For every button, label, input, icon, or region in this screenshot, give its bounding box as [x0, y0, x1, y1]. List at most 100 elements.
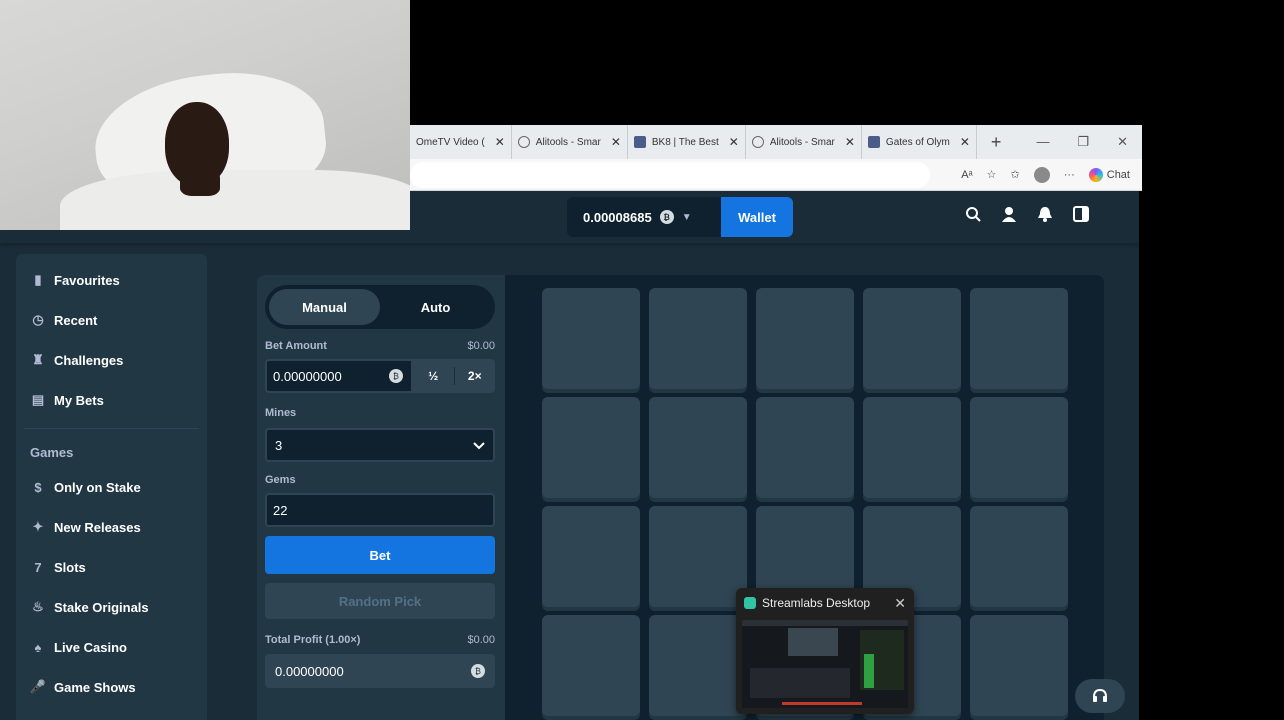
- copilot-chat-button[interactable]: Chat: [1088, 167, 1130, 182]
- search-icon[interactable]: [964, 205, 982, 223]
- browser-tab[interactable]: Alitools - Smar ✕: [746, 125, 862, 159]
- chevron-down-icon: [473, 438, 485, 453]
- half-bet-button[interactable]: ½: [413, 359, 454, 393]
- mine-tile[interactable]: [542, 288, 640, 389]
- user-icon[interactable]: [1000, 205, 1018, 223]
- mine-tile[interactable]: [649, 615, 747, 716]
- close-icon[interactable]: ✕: [495, 135, 505, 149]
- window-controls: — ❐ ✕: [1036, 134, 1142, 150]
- random-pick-button[interactable]: Random Pick: [265, 583, 495, 619]
- mode-tabs: Manual Auto: [265, 285, 495, 329]
- mine-tile[interactable]: [649, 506, 747, 607]
- screen: OmeTV Video ( ✕ Alitools - Smar ✕ BK8 | …: [0, 0, 1284, 720]
- mine-tile[interactable]: [756, 288, 854, 389]
- bet-amount-input[interactable]: 0.00000000 ₿: [265, 359, 413, 393]
- sidebar-item-my-bets[interactable]: ▤ My Bets: [16, 380, 207, 420]
- microphone-icon: 🎤: [29, 679, 47, 694]
- clock-icon: ◷: [32, 312, 44, 327]
- sidebar-item-challenges[interactable]: ♜ Challenges: [16, 340, 207, 380]
- close-icon[interactable]: ✕: [611, 135, 621, 149]
- profile-icon[interactable]: [1033, 166, 1050, 183]
- browser-tab[interactable]: BK8 | The Best ✕: [628, 125, 746, 159]
- chevron-down-icon: ▼: [681, 211, 692, 223]
- browser-tab[interactable]: OmeTV Video ( ✕: [410, 125, 512, 159]
- webcam-person: [165, 102, 229, 186]
- mines-select[interactable]: 3: [265, 428, 495, 462]
- gems-field: 22: [265, 493, 495, 527]
- sidebar-item-recent[interactable]: ◷ Recent: [16, 300, 207, 340]
- tab-label: Alitools - Smar: [769, 136, 835, 148]
- receipt-icon: ▤: [31, 392, 45, 407]
- sidebar-item-label: Favourites: [54, 272, 120, 288]
- mine-tile[interactable]: [970, 397, 1068, 498]
- globe-icon: [517, 136, 530, 148]
- streamlabs-title: Streamlabs Desktop: [762, 596, 871, 610]
- double-bet-button[interactable]: 2×: [455, 359, 496, 393]
- nav-icons: [964, 205, 1090, 223]
- sidebar-item-game-shows[interactable]: 🎤 Game Shows: [16, 667, 207, 707]
- streamlabs-preview[interactable]: Streamlabs Desktop ✕: [736, 588, 914, 714]
- sidebar-item-label: My Bets: [54, 392, 104, 408]
- tab-label: Gates of Olym: [885, 136, 950, 148]
- more-icon[interactable]: ···: [1064, 169, 1075, 181]
- tab-label: BK8 | The Best: [651, 136, 719, 148]
- mine-tile[interactable]: [542, 615, 640, 716]
- site-icon: [633, 136, 646, 148]
- sidebar-item-only-on-stake[interactable]: $ Only on Stake: [16, 467, 207, 507]
- games-heading[interactable]: Games: [16, 437, 207, 467]
- sidebar-item-favourites[interactable]: ▮ Favourites: [16, 260, 207, 300]
- thumb-timeline: [782, 702, 862, 705]
- sidebar-item-live-casino[interactable]: ♠ Live Casino: [16, 627, 207, 667]
- tab-auto[interactable]: Auto: [380, 289, 491, 325]
- close-icon[interactable]: ✕: [894, 595, 906, 612]
- browser-tab[interactable]: Gates of Olym ✕: [862, 125, 977, 159]
- browser-tab[interactable]: Alitools - Smar ✕: [512, 125, 628, 159]
- sidebar-item-stake-originals[interactable]: ♨ Stake Originals: [16, 587, 207, 627]
- sidebar-item-label: Live Casino: [54, 639, 127, 655]
- sidebar: ▮ Favourites ◷ Recent ♜ Challenges ▤ My …: [16, 254, 207, 720]
- total-profit-label: Total Profit (1.00×): [265, 634, 361, 646]
- webcam-sheet: [60, 170, 410, 230]
- new-tab-icon[interactable]: +: [977, 132, 1016, 153]
- notification-icon[interactable]: [1036, 205, 1054, 223]
- support-chat-button[interactable]: [1075, 679, 1125, 713]
- close-icon[interactable]: ✕: [729, 135, 739, 149]
- coin-icon: ₿: [389, 369, 403, 383]
- total-profit-field: 0.00000000 ₿: [265, 654, 495, 688]
- mine-tile[interactable]: [649, 397, 747, 498]
- restore-icon[interactable]: ❐: [1077, 134, 1089, 150]
- total-profit-value: 0.00000000: [275, 663, 344, 679]
- sidebar-item-new-releases[interactable]: ✦ New Releases: [16, 507, 207, 547]
- webcam-overlay: [0, 0, 410, 230]
- mine-tile[interactable]: [756, 397, 854, 498]
- mine-tile[interactable]: [542, 506, 640, 607]
- tab-label: OmeTV Video (: [416, 136, 485, 148]
- tab-manual[interactable]: Manual: [269, 289, 380, 325]
- minimize-icon[interactable]: —: [1036, 134, 1049, 150]
- mine-tile[interactable]: [649, 288, 747, 389]
- balance-value: 0.00008685: [583, 209, 652, 225]
- mine-tile[interactable]: [970, 288, 1068, 389]
- close-icon[interactable]: ✕: [960, 135, 970, 149]
- mines-value: 3: [275, 437, 283, 453]
- bet-control-panel: Manual Auto Bet Amount $0.00 0.00000000 …: [257, 275, 505, 720]
- star-icon[interactable]: ☆: [987, 168, 997, 181]
- streamlabs-thumbnail: [742, 620, 908, 708]
- read-aloud-icon[interactable]: Aᵃ: [961, 169, 972, 181]
- favorites-icon[interactable]: ✩: [1011, 168, 1020, 181]
- chat-label: Chat: [1106, 168, 1130, 181]
- close-icon[interactable]: ✕: [845, 135, 855, 149]
- sidebar-item-slots[interactable]: 7 Slots: [16, 547, 207, 587]
- mine-tile[interactable]: [970, 615, 1068, 716]
- balance-selector[interactable]: 0.00008685 ₿ ▼: [567, 197, 721, 237]
- sidebar-toggle-icon[interactable]: [1072, 205, 1090, 223]
- sidebar-divider: [24, 428, 199, 429]
- close-window-icon[interactable]: ✕: [1117, 134, 1128, 150]
- mine-tile[interactable]: [542, 397, 640, 498]
- bet-button[interactable]: Bet: [265, 536, 495, 574]
- url-field[interactable]: [410, 162, 930, 188]
- mine-tile[interactable]: [863, 397, 961, 498]
- mine-tile[interactable]: [863, 288, 961, 389]
- mine-tile[interactable]: [970, 506, 1068, 607]
- wallet-button[interactable]: Wallet: [721, 197, 793, 237]
